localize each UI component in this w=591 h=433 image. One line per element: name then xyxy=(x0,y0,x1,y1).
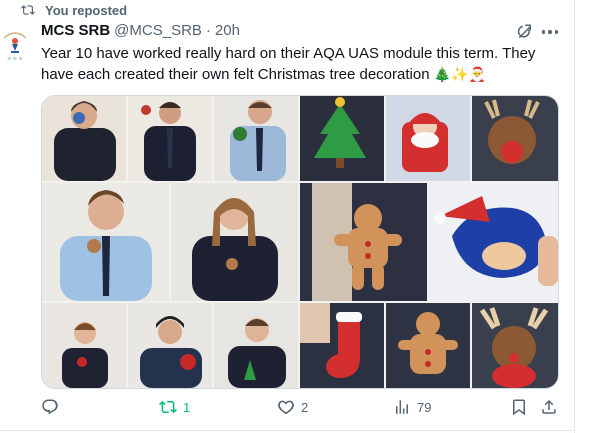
student-tile-1 xyxy=(42,96,126,181)
repost-icon xyxy=(21,5,35,15)
repost-count: 1 xyxy=(183,399,191,415)
student-tile-7 xyxy=(128,303,212,388)
repost-action-icon xyxy=(159,400,177,414)
student-tile-3 xyxy=(214,96,298,181)
like-button[interactable]: 2 xyxy=(277,398,308,416)
share-icon xyxy=(542,399,556,414)
views-button[interactable]: 79 xyxy=(393,398,431,416)
author-handle[interactable]: @MCS_SRB xyxy=(114,22,202,39)
felt-tree-tile xyxy=(300,96,384,181)
felt-sonic-tile xyxy=(429,183,558,301)
share-button[interactable] xyxy=(540,398,558,416)
student-tile-8 xyxy=(214,303,298,388)
action-bar: 1 2 79 xyxy=(0,398,575,420)
student-tile-6 xyxy=(42,303,126,388)
reply-button[interactable] xyxy=(41,398,65,416)
felt-stocking-tile xyxy=(300,303,384,388)
collage-image xyxy=(42,96,558,388)
bookmark-icon xyxy=(513,399,525,416)
felt-reindeer-tile xyxy=(472,96,558,181)
like-count: 2 xyxy=(301,399,309,415)
avatar[interactable]: ≋ ≋ ≋ xyxy=(0,24,30,64)
student-tile-4 xyxy=(42,183,169,301)
reply-icon xyxy=(42,399,58,415)
views-count: 79 xyxy=(417,399,432,415)
timeline-divider xyxy=(574,0,575,433)
post-timestamp[interactable]: 20h xyxy=(215,22,240,39)
repost-indicator[interactable]: You reposted xyxy=(20,2,127,18)
post-header: MCS SRB @MCS_SRB · 20h xyxy=(41,22,240,39)
post-divider xyxy=(0,430,575,431)
felt-reindeer-tile-2 xyxy=(472,303,558,388)
repost-button[interactable]: 1 xyxy=(159,398,190,416)
felt-gingerbread-tile xyxy=(300,183,427,301)
felt-gingerbread-tile-2 xyxy=(386,303,470,388)
post-emojis: 🎄✨🎅 xyxy=(433,66,487,82)
student-tile-5 xyxy=(171,183,298,301)
heart-icon xyxy=(278,400,294,415)
felt-santa-tile xyxy=(386,96,470,181)
author-name[interactable]: MCS SRB xyxy=(41,22,110,39)
views-icon xyxy=(396,400,408,414)
svg-text:≋ ≋ ≋: ≋ ≋ ≋ xyxy=(7,56,23,62)
bookmark-button[interactable] xyxy=(510,398,528,416)
grok-icon[interactable] xyxy=(516,23,534,41)
student-tile-2 xyxy=(128,96,212,181)
post-text: Year 10 have worked really hard on their… xyxy=(41,44,561,85)
more-options-icon[interactable] xyxy=(541,24,559,40)
media-collage[interactable] xyxy=(41,95,559,389)
separator-dot: · xyxy=(205,22,211,39)
repost-label: You reposted xyxy=(45,2,128,18)
